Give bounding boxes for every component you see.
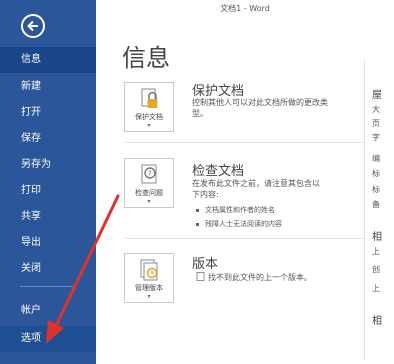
annotation-arrow: [46, 194, 120, 344]
